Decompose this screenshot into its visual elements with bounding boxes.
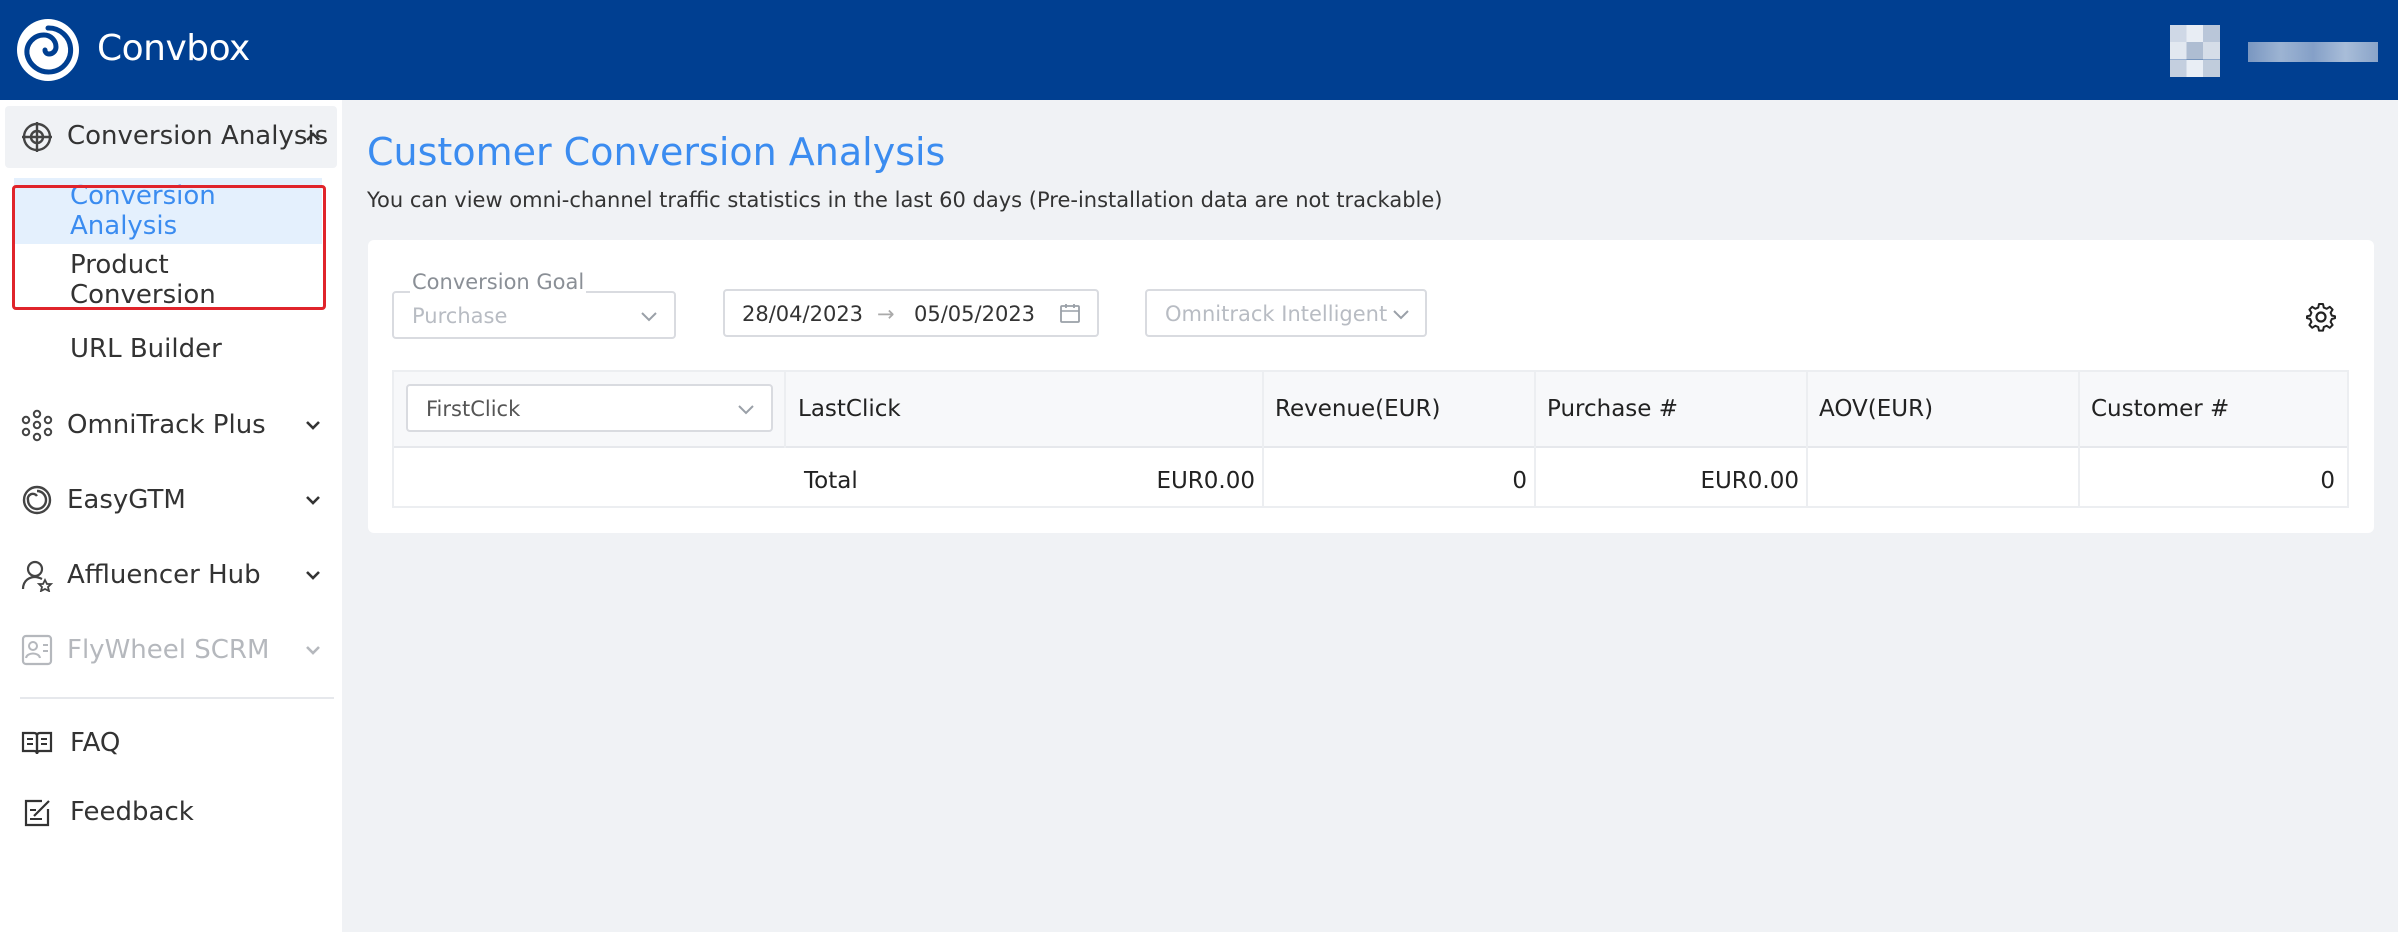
date-end: 05/05/2023 (914, 302, 1036, 326)
header-revenue: Revenue(EUR) (1275, 396, 1441, 422)
header-customer: Customer # (2091, 396, 2230, 422)
annotation-highlight-box (12, 185, 326, 310)
sidebar-item-flywheel-scrm: FlyWheel SCRM (0, 620, 342, 680)
total-customer: 0 (2320, 468, 2335, 494)
sidebar-item-label: FAQ (70, 728, 121, 758)
chevron-down-icon (641, 312, 657, 322)
conversion-goal-label: Conversion Goal (410, 270, 587, 294)
calendar-icon (1060, 304, 1080, 323)
column-divider (1534, 372, 1536, 506)
sidebar: Conversion Analysis Conversion Analysis … (0, 100, 342, 932)
user-badge-icon (21, 560, 54, 592)
spiral-icon (22, 485, 52, 515)
top-bar: Convbox (0, 0, 2398, 100)
chevron-down-icon (306, 646, 320, 655)
date-start: 28/04/2023 (742, 302, 864, 326)
firstclick-value: FirstClick (426, 397, 521, 421)
conversion-goal-value: Purchase (412, 304, 508, 328)
chevron-down-icon (738, 405, 754, 415)
sidebar-item-affluencer-hub[interactable]: Affluencer Hub (0, 545, 342, 605)
total-aov: EUR0.00 (1700, 468, 1799, 494)
sidebar-item-easygtm[interactable]: EasyGTM (0, 470, 342, 530)
sidebar-item-omnitrack-plus[interactable]: OmniTrack Plus (0, 395, 342, 455)
date-range-picker[interactable]: 28/04/2023 → 05/05/2023 (723, 289, 1099, 337)
conversion-goal-select[interactable]: Purchase (392, 291, 676, 339)
sidebar-group-conversion-analysis[interactable]: Conversion Analysis (5, 106, 337, 168)
sidebar-item-faq[interactable]: FAQ (0, 713, 342, 773)
sidebar-item-label: OmniTrack Plus (67, 410, 266, 440)
chevron-down-icon (306, 421, 320, 430)
user-name-blurred[interactable] (2248, 42, 2378, 62)
total-label: Total (804, 468, 858, 494)
page-title: Customer Conversion Analysis (367, 130, 946, 174)
column-divider (2078, 372, 2080, 506)
sidebar-item-label: Feedback (70, 797, 194, 827)
chevron-up-icon (306, 132, 320, 141)
sidebar-subitem-label: URL Builder (70, 334, 222, 364)
header-purchase: Purchase # (1547, 396, 1679, 422)
page-subtitle: You can view omni-channel traffic statis… (367, 188, 1443, 212)
attribution-model-select[interactable]: Omnitrack Intelligent (1145, 289, 1427, 337)
book-icon (21, 731, 53, 755)
gear-icon[interactable] (2306, 302, 2336, 332)
sidebar-item-feedback[interactable]: Feedback (0, 782, 342, 842)
column-divider (1262, 372, 1264, 506)
avatar[interactable] (2170, 25, 2220, 77)
sidebar-divider (20, 697, 334, 699)
header-aov: AOV(EUR) (1819, 396, 1934, 422)
table-header: FirstClick LastClick Revenue(EUR) Purcha… (394, 372, 2347, 448)
brand-name: Convbox (97, 28, 250, 69)
attribution-model-value: Omnitrack Intelligent (1165, 302, 1388, 326)
contact-card-icon (21, 634, 53, 666)
total-revenue: EUR0.00 (1156, 468, 1255, 494)
date-arrow: → (877, 302, 895, 326)
crosshair-icon (22, 122, 52, 152)
sidebar-item-label: FlyWheel SCRM (67, 635, 270, 665)
firstclick-select[interactable]: FirstClick (406, 384, 773, 432)
chevron-down-icon (1393, 310, 1409, 320)
sidebar-item-label: EasyGTM (67, 485, 186, 515)
edit-note-icon (24, 799, 50, 827)
chevron-down-icon (306, 571, 320, 580)
total-purchase: 0 (1512, 468, 1527, 494)
column-divider (784, 372, 786, 448)
header-lastclick: LastClick (798, 396, 901, 422)
conversion-table: FirstClick LastClick Revenue(EUR) Purcha… (392, 370, 2349, 508)
chevron-down-icon (306, 496, 320, 505)
sidebar-group-label: Conversion Analysis (67, 121, 329, 151)
sidebar-subitem-url-builder[interactable]: URL Builder (14, 316, 322, 382)
nodes-icon (21, 409, 53, 442)
column-divider (1806, 372, 1808, 506)
sidebar-item-label: Affluencer Hub (67, 560, 261, 590)
convbox-logo-icon (17, 19, 79, 81)
